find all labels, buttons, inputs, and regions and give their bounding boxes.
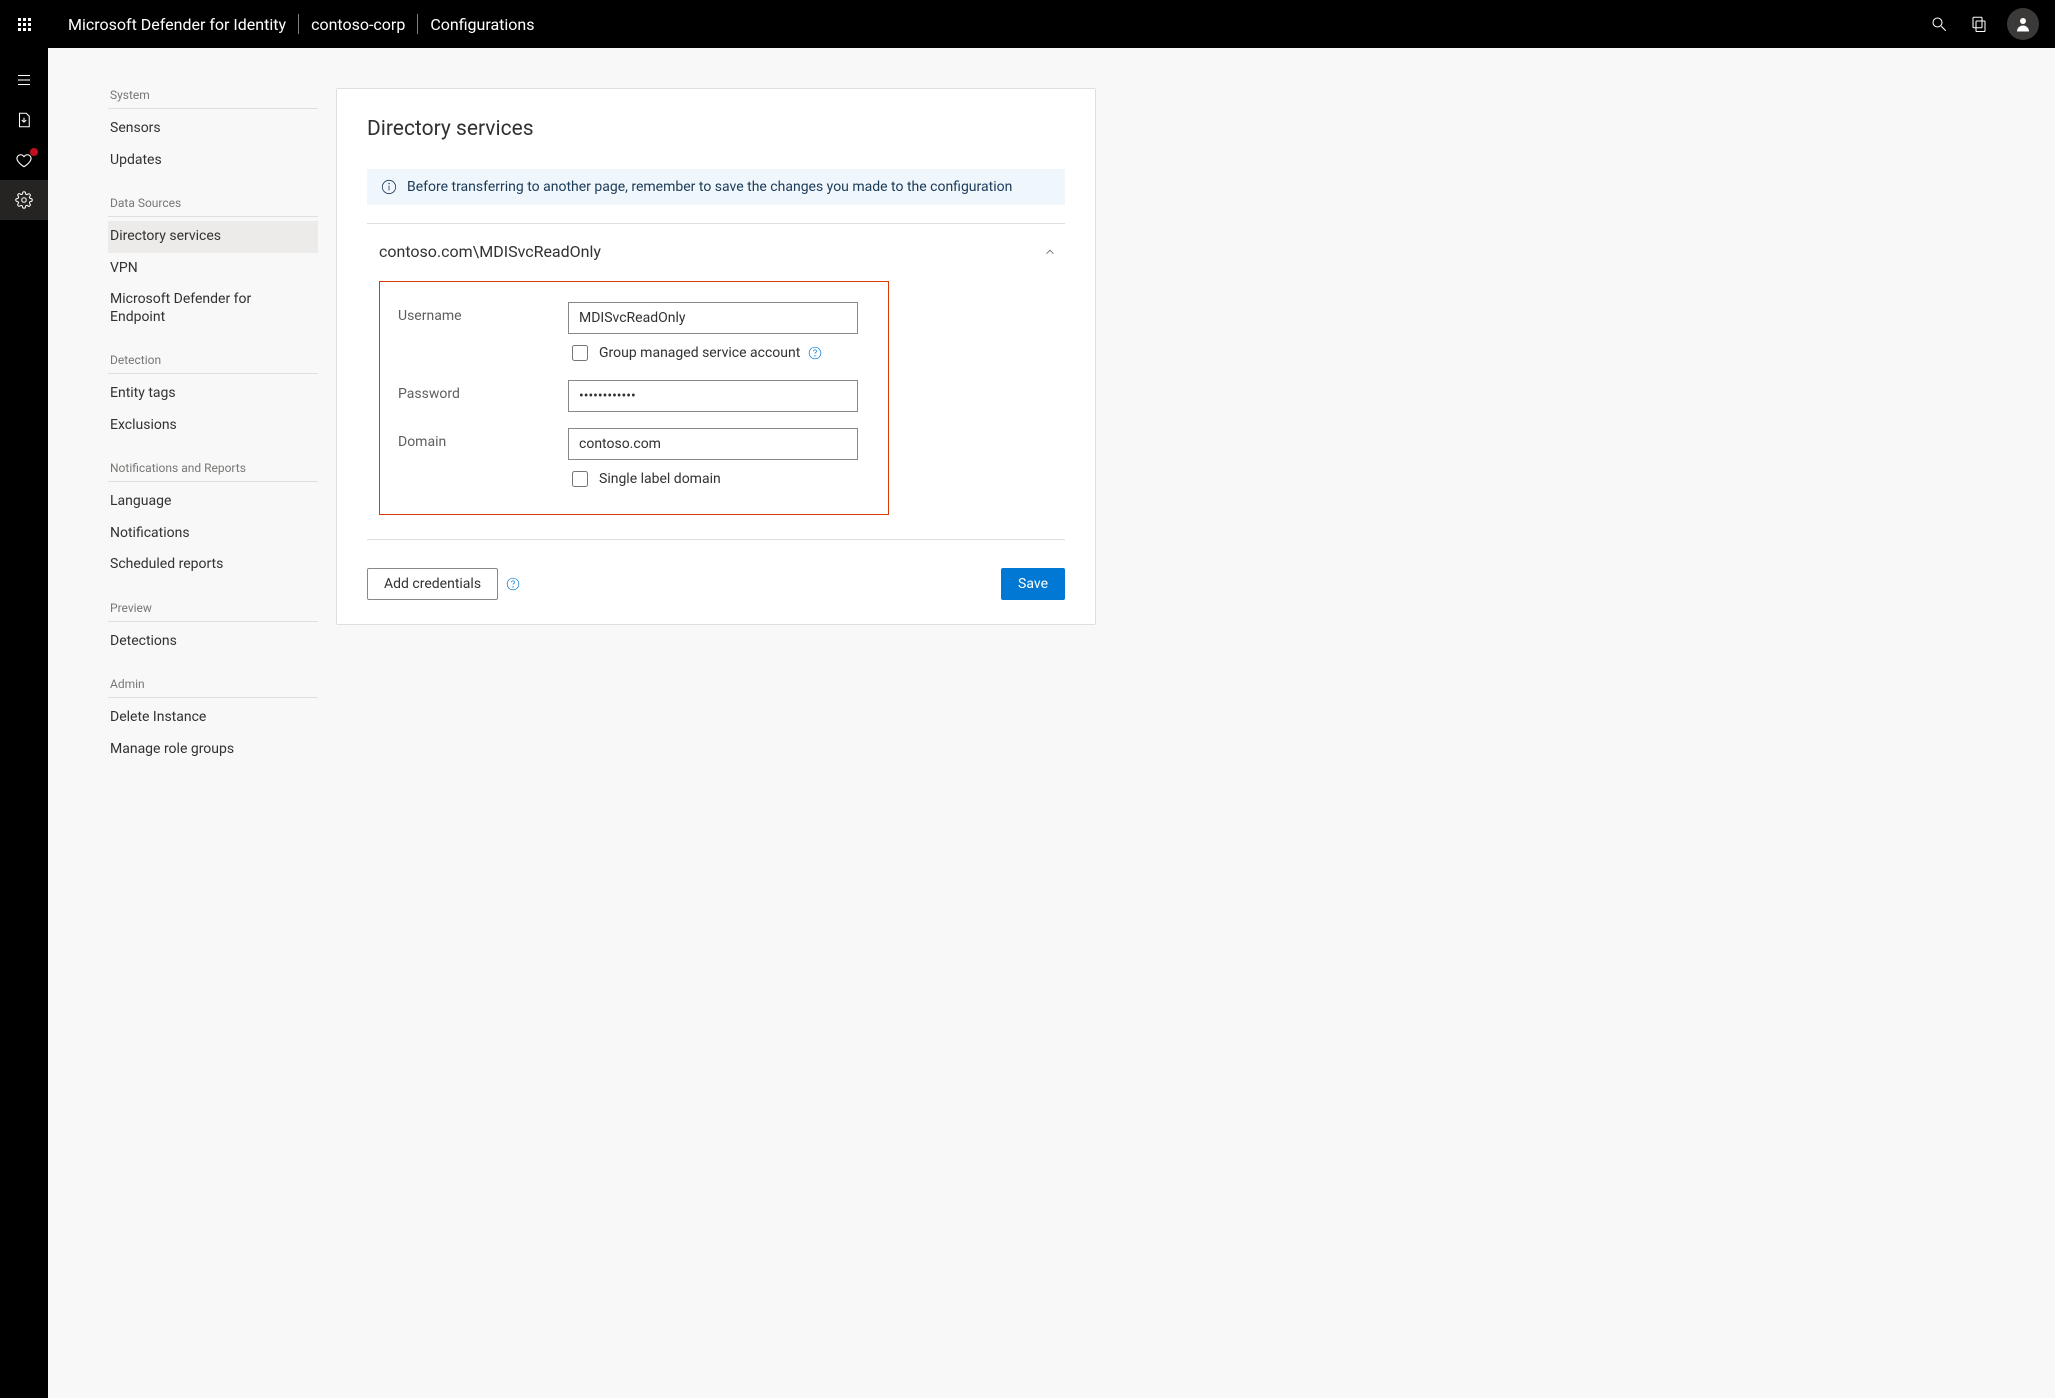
action-row: Add credentials Save [367,568,1065,600]
sld-label: Single label domain [599,471,721,487]
account-avatar[interactable] [2007,8,2039,40]
sidenav-item[interactable]: Delete Instance [108,702,318,734]
sidenav-item[interactable]: Scheduled reports [108,549,318,581]
password-label: Password [398,380,568,402]
copy-icon [1970,15,1988,33]
sidenav-item[interactable]: VPN [108,253,318,285]
info-banner: Before transferring to another page, rem… [367,169,1065,205]
sidenav-item[interactable]: Updates [108,145,318,177]
sidenav-item[interactable]: Notifications [108,518,318,550]
username-input[interactable] [568,302,858,334]
directory-services-card: Directory services Before transferring t… [336,88,1096,625]
sidenav-item[interactable]: Exclusions [108,410,318,442]
app-launcher-button[interactable] [0,0,48,48]
alert-dot-icon [30,148,38,156]
save-button[interactable]: Save [1001,568,1065,600]
sidenav-group-header: Detection [108,353,318,374]
sidenav-group-header: Admin [108,677,318,698]
rail-item-download[interactable] [0,100,48,140]
sidenav-group-header: Notifications and Reports [108,461,318,482]
waffle-icon [18,18,31,31]
add-credentials-help-button[interactable] [506,577,520,591]
info-icon [381,179,397,195]
page-title: Directory services [367,117,1065,141]
domain-label: Domain [398,428,568,450]
sidenav-item[interactable]: Detections [108,626,318,658]
sidenav-item[interactable]: Microsoft Defender for Endpoint [108,284,318,333]
add-credentials-button[interactable]: Add credentials [367,568,498,600]
person-icon [2014,15,2032,33]
sidenav-group-header: Data Sources [108,196,318,217]
sidenav-item[interactable]: Manage role groups [108,734,318,766]
sidenav-item[interactable]: Language [108,486,318,518]
breadcrumb: Microsoft Defender for Identity contoso-… [56,14,547,34]
rail-item-health[interactable] [0,140,48,180]
product-name: Microsoft Defender for Identity [56,15,298,34]
sld-checkbox-row[interactable]: Single label domain [568,468,870,490]
chevron-up-icon [1043,245,1057,259]
list-icon [15,71,33,89]
info-banner-text: Before transferring to another page, rem… [407,179,1012,195]
sidenav-group-header: System [108,88,318,109]
sidenav-item[interactable]: Entity tags [108,378,318,410]
rail-item-list[interactable] [0,60,48,100]
left-rail [0,48,48,1398]
gmsa-checkbox[interactable] [572,345,588,361]
section-name[interactable]: Configurations [418,15,546,34]
sidenav-item[interactable]: Directory services [108,221,318,253]
account-title: contoso.com\MDISvcReadOnly [379,242,601,261]
sidenav-item[interactable]: Sensors [108,113,318,145]
sidenav-group-header: Preview [108,601,318,622]
password-input[interactable] [568,380,858,412]
domain-input[interactable] [568,428,858,460]
settings-sidenav: System SensorsUpdates Data Sources Director… [108,88,318,785]
rail-item-settings[interactable] [0,180,48,220]
account-accordion-header[interactable]: contoso.com\MDISvcReadOnly [367,242,1065,271]
gmsa-help-button[interactable] [808,346,822,360]
gear-icon [15,191,33,209]
search-button[interactable] [1919,0,1959,48]
copy-button[interactable] [1959,0,1999,48]
username-label: Username [398,302,568,324]
topbar: Microsoft Defender for Identity contoso-… [0,0,2055,48]
tenant-name[interactable]: contoso-corp [299,15,417,34]
credentials-form-highlight: Username Group managed service account [379,281,889,515]
help-icon [506,577,520,591]
gmsa-checkbox-row[interactable]: Group managed service account [568,342,870,364]
sld-checkbox[interactable] [572,471,588,487]
search-icon [1930,15,1948,33]
page-download-icon [15,111,33,129]
help-icon [808,346,822,360]
gmsa-label: Group managed service account [599,345,800,361]
